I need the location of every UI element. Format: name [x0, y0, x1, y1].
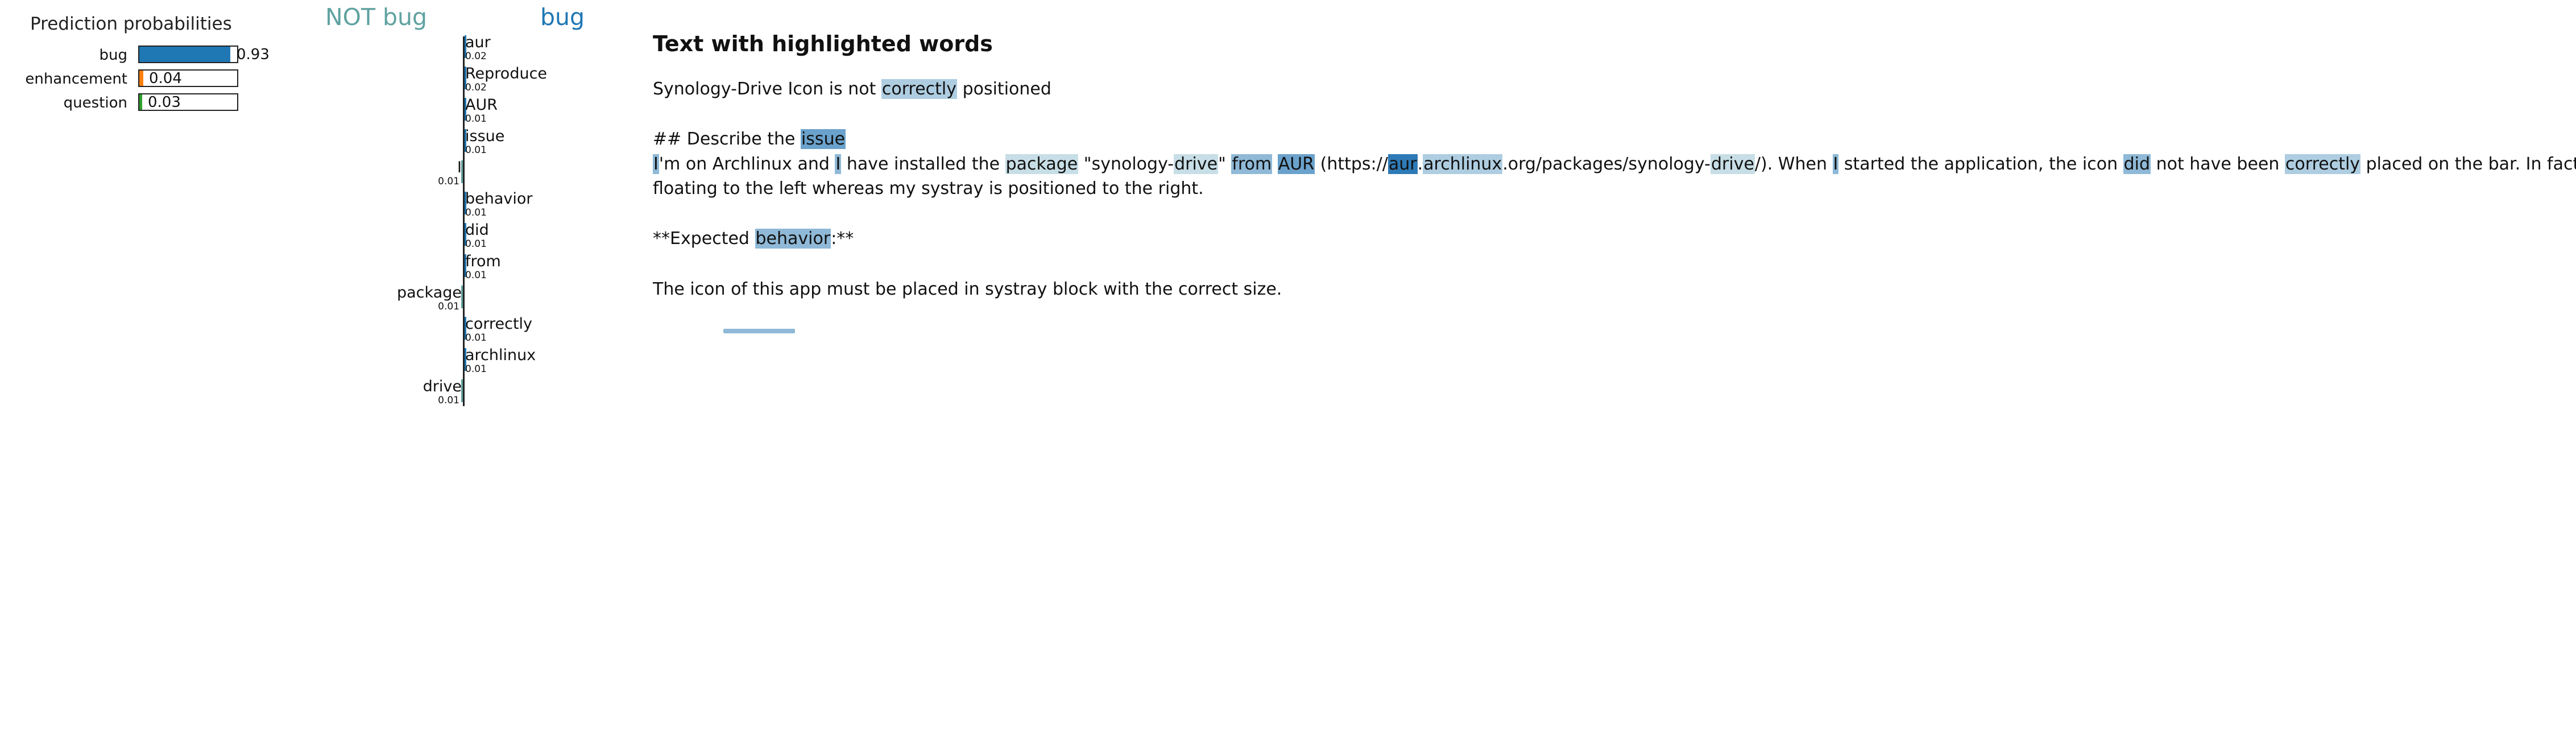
feature-weight-value: 0.02 — [465, 82, 487, 93]
prediction-label: bug — [99, 47, 128, 64]
highlighted-word: drive — [1174, 154, 1219, 174]
text-line: I'm on Archlinux and I have installed th… — [653, 152, 2576, 176]
prediction-bar — [139, 47, 230, 62]
feature-word: from — [465, 253, 501, 270]
text-segment: The icon of this app must be placed in s… — [653, 279, 1282, 299]
feature-word: aur — [465, 34, 491, 51]
feature-weight-value: 0.01 — [465, 332, 487, 344]
text-segment: Synology-Drive Icon is not — [653, 79, 881, 99]
highlighted-word: I — [835, 154, 842, 174]
feature-weight-value: 0.01 — [465, 113, 487, 125]
highlighted-word: package — [1005, 154, 1079, 174]
prediction-bar — [139, 71, 143, 86]
feature-word: archlinux — [465, 346, 536, 364]
feature-weight-value: 0.01 — [438, 301, 459, 312]
highlighted-word: aur — [1388, 154, 1418, 174]
highlighted-word: I — [1832, 154, 1839, 174]
prediction-bar — [139, 94, 142, 110]
feature-word: drive — [423, 378, 462, 395]
highlighted-word: correctly — [2284, 154, 2361, 174]
text-title: Text with highlighted words — [653, 31, 993, 56]
feature-word: behavior — [465, 190, 533, 208]
prediction-title: Prediction probabilities — [30, 14, 232, 34]
text-segment: positioned — [957, 79, 1051, 99]
feature-word: did — [465, 221, 489, 239]
text-segment: not have been — [2151, 154, 2285, 174]
text-line: The icon of this app must be placed in s… — [653, 278, 1282, 301]
feature-word: I — [457, 159, 462, 176]
feature-word: Reproduce — [465, 65, 548, 82]
text-segment: 'm on Archlinux and — [659, 154, 835, 174]
prediction-value: 0.03 — [148, 94, 181, 111]
text-segment: have installed the — [841, 154, 1005, 174]
prediction-label: enhancement — [25, 71, 127, 88]
highlighted-word: archlinux — [1423, 154, 1503, 174]
text-segment: /). When — [1754, 154, 1833, 174]
bug-header: bug — [540, 3, 585, 31]
highlighted-word: AUR — [1277, 154, 1315, 174]
text-segment: :** — [831, 229, 854, 249]
highlighted-word: did — [2123, 154, 2151, 174]
feature-weight-value: 0.01 — [465, 207, 487, 218]
feature-weight-value: 0.01 — [465, 238, 487, 250]
highlighted-word: drive — [1710, 154, 1755, 174]
prediction-bar-frame — [138, 46, 238, 63]
highlighted-word: behavior — [755, 229, 831, 249]
highlighted-word: from — [1231, 154, 1273, 174]
text-segment: placed on the bar. In fact, the icon — [2366, 154, 2576, 174]
feature-word: correctly — [465, 315, 533, 333]
text-segment: ## Describe the — [653, 129, 801, 149]
feature-word: issue — [465, 127, 505, 145]
scrollbar-thumb[interactable] — [723, 329, 795, 333]
feature-weight-value: 0.01 — [438, 176, 459, 187]
text-line: floating to the left whereas my systray … — [653, 177, 1204, 201]
text-segment: "synology- — [1078, 154, 1174, 174]
prediction-label: question — [63, 94, 127, 111]
highlighted-word: issue — [800, 129, 846, 149]
text-segment: . — [1417, 154, 1423, 174]
feature-weight-value: 0.01 — [465, 144, 487, 156]
text-segment: started the application, the icon — [1838, 154, 2123, 174]
feature-weight-value: 0.02 — [465, 51, 487, 62]
text-line: **Expected behavior:** — [653, 227, 854, 251]
text-segment: floating to the left whereas my systray … — [653, 179, 1204, 199]
prediction-value: 0.04 — [149, 70, 182, 87]
feature-weight-value: 0.01 — [465, 270, 487, 281]
text-segment — [1272, 154, 1278, 174]
feature-weight-value: 0.01 — [465, 363, 487, 375]
highlighted-word: I — [653, 154, 659, 174]
feature-word: AUR — [465, 96, 498, 114]
feature-word: package — [397, 284, 462, 301]
feature-weight-value: 0.01 — [438, 395, 459, 406]
lime-explanation: Prediction probabilities bug 0.93 enhancem… — [0, 0, 2576, 748]
highlighted-word: correctly — [881, 79, 958, 99]
prediction-value: 0.93 — [237, 46, 270, 63]
text-line: ## Describe the issue — [653, 127, 846, 151]
text-segment: .org/packages/synology- — [1502, 154, 1711, 174]
text-segment: " — [1218, 154, 1232, 174]
not-bug-header: NOT bug — [325, 3, 428, 31]
text-segment: (https:// — [1315, 154, 1388, 174]
text-segment: **Expected — [653, 229, 755, 249]
text-line: Synology-Drive Icon is not correctly pos… — [653, 77, 1051, 101]
